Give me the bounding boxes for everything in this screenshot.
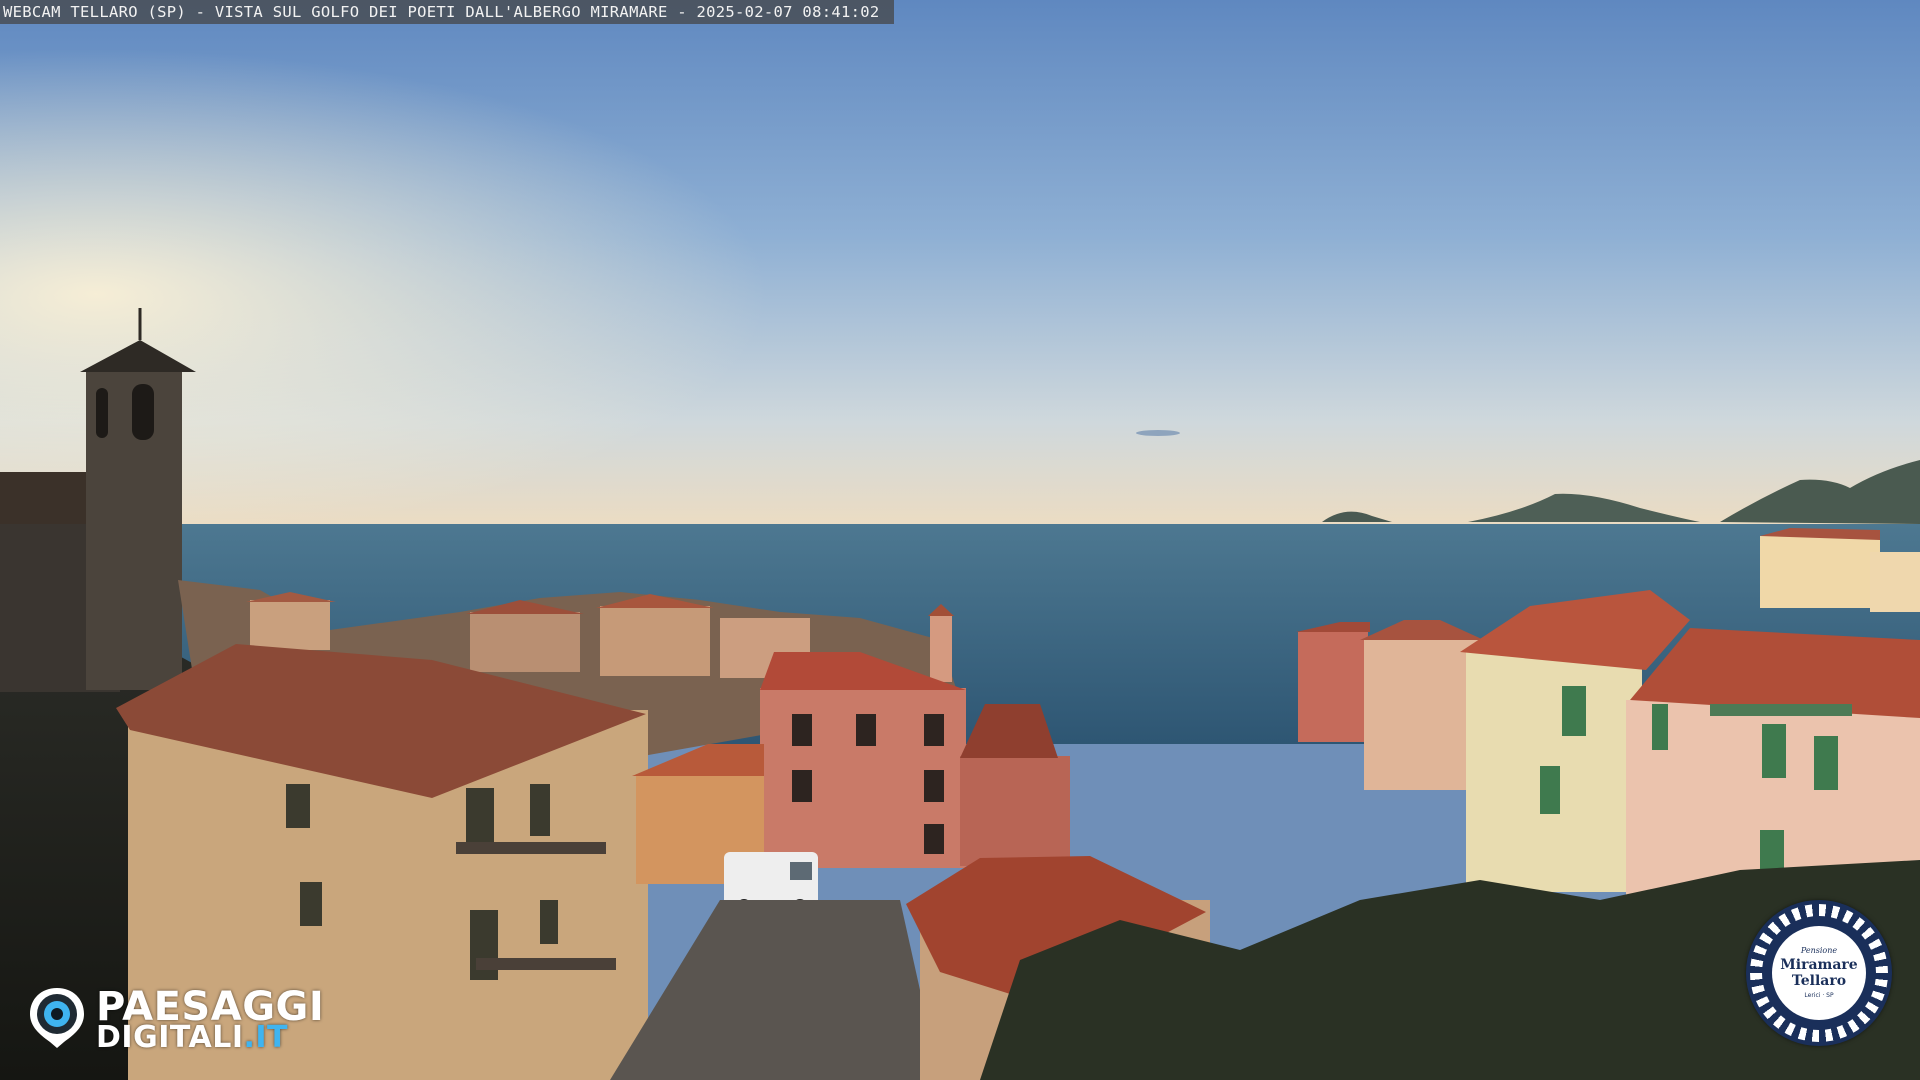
cloud-wisp [1136, 430, 1180, 436]
balcony [456, 842, 606, 854]
house [470, 612, 580, 672]
hotel-logo-disc: Pensione Miramare Tellaro Lerici · SP [1772, 926, 1866, 1020]
yellow-house-far [1760, 536, 1880, 608]
awning [1710, 704, 1852, 716]
eye-pin-icon [30, 988, 84, 1048]
hotel-miramare-logo: Pensione Miramare Tellaro Lerici · SP [1746, 900, 1892, 1046]
brand-domain: DIGITALI.IT [96, 1020, 288, 1055]
hotel-logo-name-line2: Tellaro [1791, 973, 1847, 989]
hotel-logo-name: Miramare Tellaro [1772, 957, 1866, 989]
church-roof [0, 472, 88, 524]
webcam-scene [0, 0, 1920, 1080]
small-bell-tower [930, 616, 952, 682]
hotel-logo-small-text: Pensione [1800, 946, 1838, 955]
brand-domain-main: DIGITALI [96, 1020, 244, 1055]
pink-building-annex [960, 756, 1070, 866]
brand-domain-suffix: .IT [243, 1020, 289, 1055]
hotel-logo-footer: Lerici · SP [1804, 992, 1834, 999]
red-house [1298, 632, 1368, 742]
house [250, 600, 330, 650]
webcam-caption: WEBCAM TELLARO (SP) - VISTA SUL GOLFO DE… [0, 0, 894, 24]
peach-house [1364, 640, 1482, 790]
balcony [476, 958, 616, 970]
paesaggi-digitali-logo: PAESAGGI DIGITALI.IT [28, 984, 338, 1055]
house [600, 606, 710, 676]
van-window [790, 862, 812, 880]
tower-window [96, 388, 108, 438]
tower-window [132, 384, 154, 440]
hotel-logo-name-line1: Miramare [1780, 957, 1858, 973]
road [610, 900, 940, 1080]
hotel-logo-ring: Pensione Miramare Tellaro Lerici · SP [1762, 916, 1876, 1030]
house-far-right [1870, 552, 1920, 612]
